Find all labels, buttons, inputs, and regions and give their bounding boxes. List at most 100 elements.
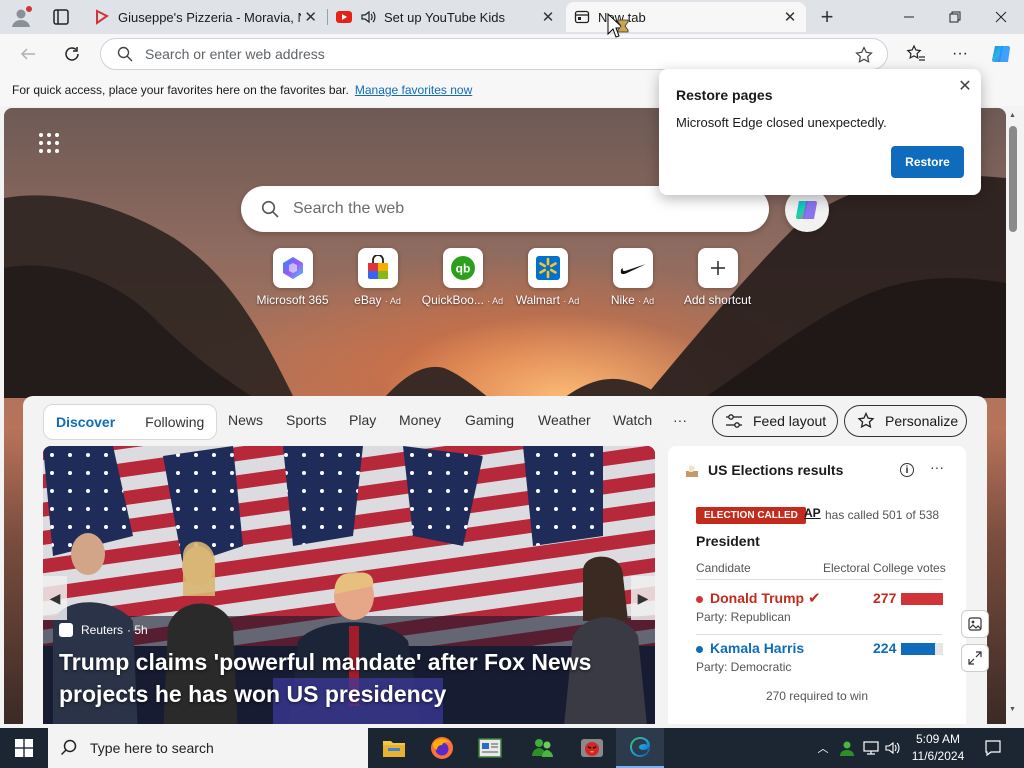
search-icon: [117, 46, 133, 62]
feed-mode-pills: Discover Following: [43, 404, 218, 440]
youtube-kids-icon: [336, 9, 352, 25]
story-age: · 5h: [127, 623, 148, 637]
taskbar-clock[interactable]: 5:09 AM 11/6/2024: [904, 731, 972, 765]
vote-bar-track: [901, 643, 943, 655]
search-icon: [60, 739, 78, 757]
close-tab-icon[interactable]: ✕: [780, 7, 800, 27]
copilot-icon: [793, 196, 821, 224]
taskbar-search-box[interactable]: Type here to search: [48, 728, 368, 768]
shortcut-ebay[interactable]: eBay · Ad: [335, 248, 420, 312]
back-arrow-icon[interactable]: [16, 42, 40, 66]
close-tab-icon[interactable]: ✕: [301, 7, 320, 27]
close-tab-icon[interactable]: ✕: [538, 7, 558, 27]
add-shortcut[interactable]: Add shortcut: [675, 248, 760, 312]
minimize-icon[interactable]: [886, 0, 932, 34]
volume-icon[interactable]: [884, 740, 902, 756]
show-hidden-icons-icon[interactable]: ︿: [814, 740, 832, 756]
user-tray-icon[interactable]: [838, 740, 856, 756]
clock-time: 5:09 AM: [915, 732, 961, 746]
page-scrollbar[interactable]: ▲ ▼: [1006, 108, 1020, 724]
shortcut-label: Microsoft 365: [256, 293, 329, 307]
tab-giuseppes-pizzeria[interactable]: Giuseppe's Pizzeria - Moravia, NY ✕: [86, 2, 326, 32]
close-window-icon[interactable]: [978, 0, 1024, 34]
sliders-icon: [726, 414, 742, 428]
candidate-name: Donald Trump: [710, 590, 805, 606]
favorites-bar-message: For quick access, place your favorites h…: [12, 83, 349, 97]
restore-button[interactable]: Restore: [891, 146, 964, 178]
profile-avatar[interactable]: [9, 5, 33, 29]
copilot-icon[interactable]: [990, 42, 1014, 66]
shortcut-quickbooks[interactable]: qb QuickBoo... · Ad: [420, 248, 505, 312]
favorite-star-icon[interactable]: [855, 46, 873, 64]
story-headline[interactable]: Trump claims 'powerful mandate' after Fo…: [59, 646, 639, 710]
speaker-icon[interactable]: [360, 9, 376, 25]
windows-start-icon[interactable]: [0, 728, 48, 768]
called-count: has called 501 of 538: [825, 508, 940, 522]
nav-watch[interactable]: Watch: [613, 412, 652, 428]
more-options-icon[interactable]: ···: [930, 459, 944, 475]
expand-icon[interactable]: [961, 644, 989, 672]
info-icon[interactable]: i: [900, 463, 914, 477]
more-menu-icon[interactable]: ···: [948, 42, 972, 66]
restore-dialog-message: Microsoft Edge closed unexpectedly.: [676, 115, 887, 130]
pill-following[interactable]: Following: [137, 414, 212, 430]
nav-money[interactable]: Money: [399, 412, 441, 428]
tab-title: Set up YouTube Kids: [384, 9, 505, 25]
scroll-down-arrow-icon[interactable]: ▼: [1009, 706, 1016, 713]
new-tab-plus-icon[interactable]: +: [814, 4, 840, 29]
restore-window-icon[interactable]: [932, 0, 978, 34]
shortcut-label: QuickBoo... · Ad: [421, 293, 504, 307]
network-icon[interactable]: [862, 740, 880, 756]
nav-gaming[interactable]: Gaming: [465, 412, 514, 428]
news-app-icon[interactable]: [466, 728, 514, 768]
nike-swoosh-icon: [612, 248, 653, 288]
firefox-icon[interactable]: [418, 728, 466, 768]
shortcut-walmart[interactable]: Walmart · Ad: [505, 248, 590, 312]
angry-birds-icon[interactable]: [568, 728, 616, 768]
carousel-next-button[interactable]: ▶: [631, 576, 655, 620]
nav-weather[interactable]: Weather: [538, 412, 591, 428]
new-tab-page-icon: [574, 9, 590, 25]
carousel-previous-button[interactable]: ◀: [43, 576, 67, 620]
refresh-icon[interactable]: [60, 42, 84, 66]
walmart-spark-icon: [527, 248, 568, 288]
image-feedback-icon[interactable]: [961, 610, 989, 638]
tab-strip: Giuseppe's Pizzeria - Moravia, NY ✕ Set …: [0, 0, 1024, 34]
manage-favorites-link[interactable]: Manage favorites now: [355, 83, 472, 97]
election-card-header: US Elections results: [684, 462, 843, 478]
tab-youtube-kids[interactable]: Set up YouTube Kids ✕: [328, 2, 564, 32]
nav-play[interactable]: Play: [349, 412, 376, 428]
address-bar[interactable]: Search or enter web address: [100, 38, 888, 70]
hero-story-card[interactable]: ◀ ▶ Reuters · 5h Trump claims 'powerful …: [43, 446, 655, 724]
search-icon: [261, 200, 279, 218]
nav-news[interactable]: News: [228, 412, 263, 428]
story-source: Reuters · 5h: [59, 623, 148, 637]
ap-logo: AP: [804, 506, 821, 520]
pill-discover[interactable]: Discover: [48, 414, 123, 430]
shortcut-nike[interactable]: Nike · Ad: [590, 248, 675, 312]
feed-layout-button[interactable]: Feed layout: [712, 405, 838, 437]
candidate-name: Kamala Harris: [710, 640, 805, 656]
candidate-row-trump[interactable]: Donald Trump ✔ Party: Republican 277: [696, 590, 946, 630]
scrollbar-thumb[interactable]: [1009, 126, 1017, 232]
file-explorer-icon[interactable]: [370, 728, 418, 768]
tab-new-tab[interactable]: New tab ✕: [566, 2, 806, 32]
winner-check-icon: ✔: [808, 590, 821, 607]
app-launcher-grid-icon[interactable]: [38, 132, 60, 154]
favorites-icon[interactable]: [904, 42, 928, 66]
close-icon[interactable]: ✕: [956, 77, 974, 95]
nav-more[interactable]: ···: [673, 412, 687, 428]
people-app-icon[interactable]: [518, 728, 566, 768]
tab-actions-icon[interactable]: [50, 6, 72, 28]
notification-center-icon[interactable]: [978, 728, 1008, 768]
restore-dialog-title: Restore pages: [676, 87, 773, 103]
personalize-button[interactable]: Personalize: [844, 405, 967, 437]
red-ticket-icon: [94, 9, 110, 25]
candidate-row-harris[interactable]: Kamala Harris Party: Democratic 224: [696, 640, 946, 680]
microsoft-edge-icon[interactable]: [616, 728, 664, 768]
windows-taskbar: Type here to search ︿ 5:09 AM 11/6/2024: [0, 728, 1024, 768]
votes-needed: 270 required to win: [765, 689, 869, 703]
nav-sports[interactable]: Sports: [286, 412, 326, 428]
scroll-up-arrow-icon[interactable]: ▲: [1009, 112, 1016, 119]
shortcut-microsoft-365[interactable]: Microsoft 365: [250, 248, 335, 312]
